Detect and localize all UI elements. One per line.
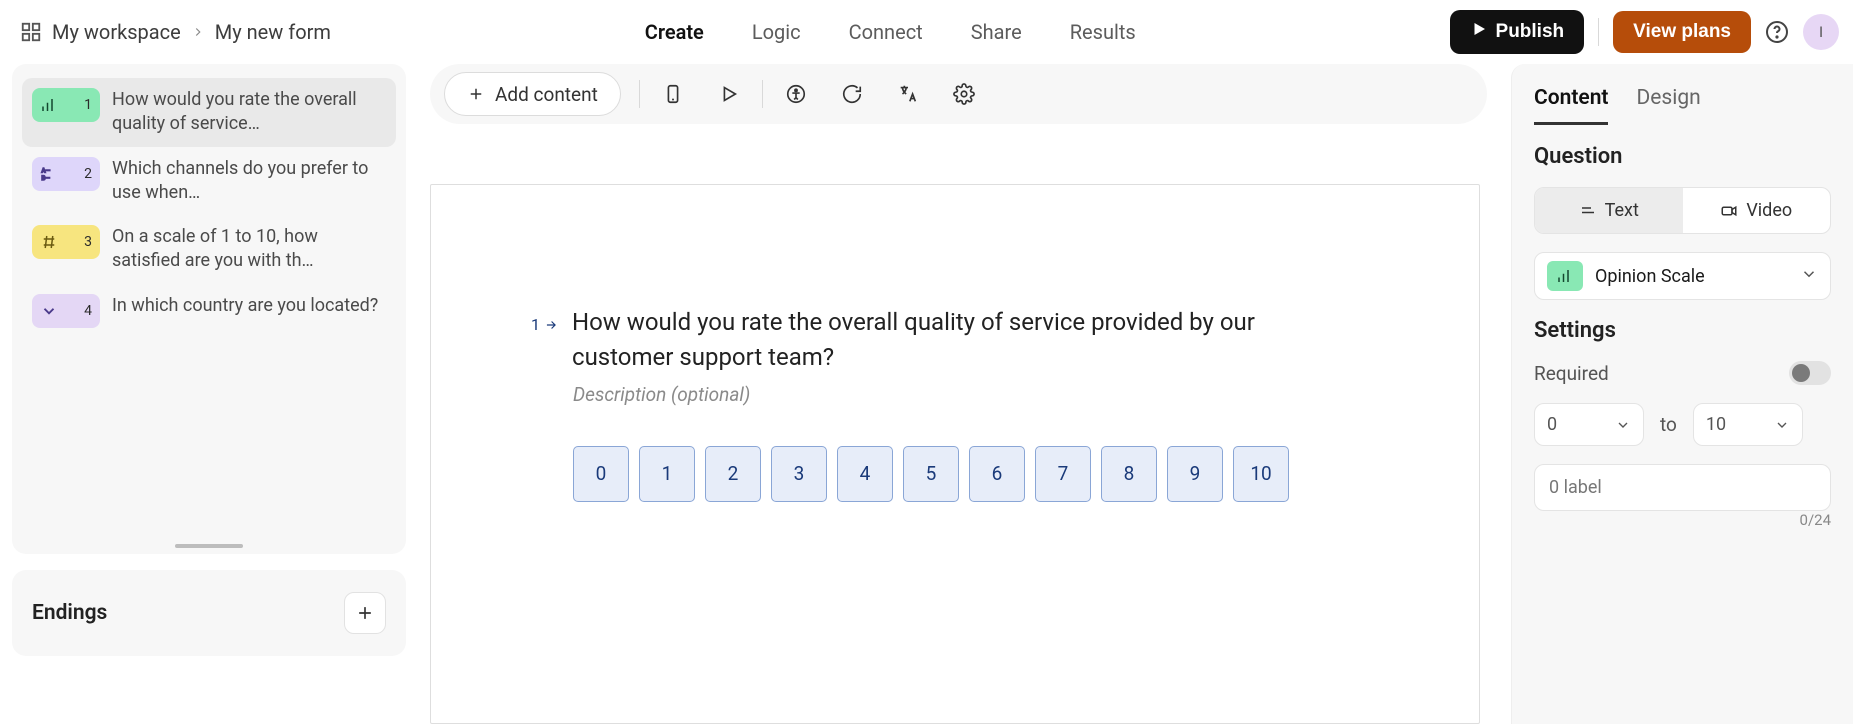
- question-canvas: 1 How would you rate the overall quality…: [430, 184, 1480, 724]
- workspace-grid-icon[interactable]: [20, 21, 42, 43]
- tab-connect[interactable]: Connect: [849, 20, 923, 44]
- scale-option-1[interactable]: 1: [639, 446, 695, 502]
- tab-share[interactable]: Share: [971, 20, 1022, 44]
- required-toggle[interactable]: [1789, 361, 1831, 385]
- scale-option-6[interactable]: 6: [969, 446, 1025, 502]
- breadcrumb: My workspace My new form: [20, 20, 331, 44]
- range-to-select[interactable]: 10: [1693, 403, 1803, 446]
- q3-text: On a scale of 1 to 10, how satisfied are…: [112, 225, 386, 274]
- q2-number: 2: [84, 166, 92, 182]
- scale-option-0[interactable]: 0: [573, 446, 629, 502]
- help-icon[interactable]: [1765, 20, 1789, 44]
- panel-tab-design[interactable]: Design: [1636, 74, 1700, 125]
- settings-section-heading: Settings: [1534, 318, 1831, 343]
- avatar[interactable]: I: [1803, 14, 1839, 50]
- breadcrumb-workspace[interactable]: My workspace: [52, 20, 181, 44]
- q4-text: In which country are you located?: [112, 294, 378, 318]
- scale-option-4[interactable]: 4: [837, 446, 893, 502]
- svg-text:B—: B—: [42, 175, 51, 182]
- question-list: 1 How would you rate the overall quality…: [12, 64, 406, 554]
- question-section-heading: Question: [1534, 144, 1831, 169]
- question-description-input[interactable]: Description (optional): [573, 383, 1429, 406]
- chevron-down-icon: [1800, 265, 1818, 287]
- properties-panel: Content Design Question Text Video Opini…: [1511, 64, 1853, 724]
- add-ending-button[interactable]: [344, 592, 386, 634]
- sidebar-question-3[interactable]: 3 On a scale of 1 to 10, how satisfied a…: [22, 215, 396, 284]
- editor-toolbar: Add content: [430, 64, 1487, 124]
- question-type-select[interactable]: Opinion Scale: [1534, 252, 1831, 300]
- nav-tabs: Create Logic Connect Share Results: [347, 20, 1434, 44]
- scale-option-3[interactable]: 3: [771, 446, 827, 502]
- accessibility-icon[interactable]: [781, 79, 811, 109]
- question-media-segmented: Text Video: [1534, 187, 1831, 234]
- endings-panel: Endings: [12, 570, 406, 656]
- seg-text-label: Text: [1605, 200, 1639, 221]
- plans-label: View plans: [1633, 21, 1731, 43]
- question-index: 1: [531, 315, 558, 334]
- scale-option-2[interactable]: 2: [705, 446, 761, 502]
- play-icon: [1470, 20, 1488, 44]
- divider: [762, 80, 763, 108]
- scale-option-5[interactable]: 5: [903, 446, 959, 502]
- divider: [639, 80, 640, 108]
- q1-text: How would you rate the overall quality o…: [112, 88, 386, 137]
- scale-option-10[interactable]: 10: [1233, 446, 1289, 502]
- endings-title: Endings: [32, 601, 107, 625]
- preview-play-icon[interactable]: [714, 79, 744, 109]
- range-to-value: 10: [1706, 414, 1726, 435]
- q3-number: 3: [84, 234, 92, 250]
- q1-number: 1: [84, 97, 92, 113]
- scale-option-9[interactable]: 9: [1167, 446, 1223, 502]
- seg-text[interactable]: Text: [1535, 188, 1683, 233]
- translate-icon[interactable]: [893, 79, 923, 109]
- refresh-icon[interactable]: [837, 79, 867, 109]
- breadcrumb-form[interactable]: My new form: [215, 20, 331, 44]
- panel-tab-content[interactable]: Content: [1534, 74, 1608, 125]
- chevron-right-icon: [191, 20, 205, 44]
- type-label: Opinion Scale: [1595, 266, 1705, 287]
- drag-handle[interactable]: [175, 544, 243, 548]
- view-plans-button[interactable]: View plans: [1613, 11, 1751, 53]
- seg-video[interactable]: Video: [1683, 188, 1831, 233]
- question-type-opinion-icon: 1: [32, 88, 100, 122]
- label-0-char-count: 0/24: [1534, 511, 1831, 529]
- question-index-number: 1: [531, 315, 540, 334]
- label-0-input[interactable]: 0 label: [1534, 464, 1831, 511]
- opinion-scale-icon: [1547, 261, 1583, 291]
- label-0-placeholder: 0 label: [1549, 477, 1602, 498]
- seg-video-label: Video: [1746, 200, 1792, 221]
- add-content-label: Add content: [495, 83, 598, 106]
- publish-label: Publish: [1496, 21, 1565, 43]
- q2-text: Which channels do you prefer to use when…: [112, 157, 386, 206]
- scale-option-7[interactable]: 7: [1035, 446, 1091, 502]
- divider: [1598, 18, 1599, 46]
- toggle-knob: [1792, 364, 1810, 382]
- question-type-number-icon: 3: [32, 225, 100, 259]
- publish-button[interactable]: Publish: [1450, 10, 1585, 54]
- range-from-value: 0: [1547, 414, 1557, 435]
- sidebar-question-4[interactable]: 4 In which country are you located?: [22, 284, 396, 338]
- question-title-input[interactable]: How would you rate the overall quality o…: [572, 305, 1312, 375]
- add-content-button[interactable]: Add content: [444, 72, 621, 116]
- range-to-word: to: [1660, 413, 1677, 436]
- svg-text:A—: A—: [42, 167, 51, 174]
- tab-create[interactable]: Create: [645, 20, 704, 44]
- q4-number: 4: [84, 303, 92, 319]
- opinion-scale: 0 1 2 3 4 5 6 7 8 9 10: [573, 446, 1429, 502]
- sidebar-question-1[interactable]: 1 How would you rate the overall quality…: [22, 78, 396, 147]
- scale-option-8[interactable]: 8: [1101, 446, 1157, 502]
- gear-icon[interactable]: [949, 79, 979, 109]
- question-type-multichoice-icon: A—B— 2: [32, 157, 100, 191]
- tab-results[interactable]: Results: [1070, 20, 1136, 44]
- avatar-initial: I: [1819, 23, 1823, 41]
- range-from-select[interactable]: 0: [1534, 403, 1644, 446]
- tab-logic[interactable]: Logic: [752, 20, 801, 44]
- question-type-dropdown-icon: 4: [32, 294, 100, 328]
- mobile-preview-icon[interactable]: [658, 79, 688, 109]
- required-label: Required: [1534, 362, 1609, 385]
- sidebar-question-2[interactable]: A—B— 2 Which channels do you prefer to u…: [22, 147, 396, 216]
